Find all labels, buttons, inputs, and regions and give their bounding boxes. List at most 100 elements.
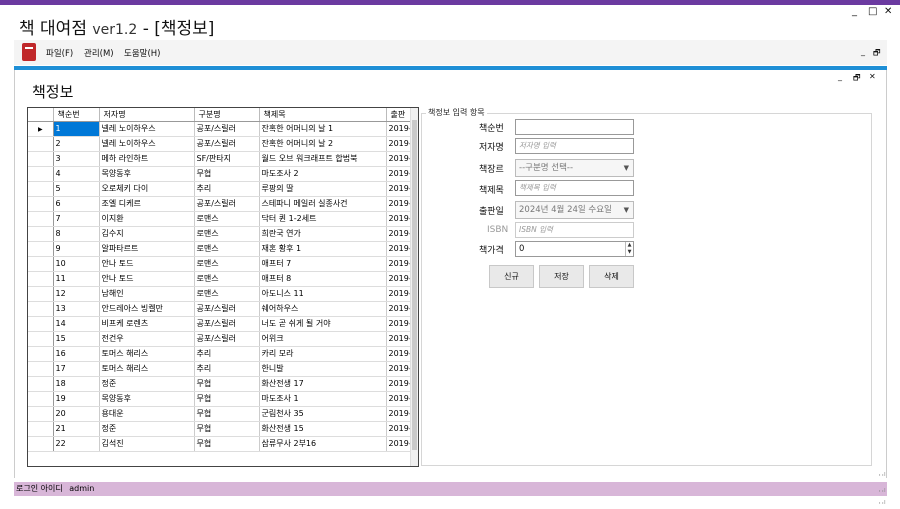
table-row[interactable]: 15 전건우 공포/스릴러 어위크 2019- (28, 331, 414, 347)
column-header[interactable]: 출판 (386, 108, 414, 122)
grid-cell[interactable]: 무협 (194, 436, 260, 452)
grid-cell[interactable]: 2019- (386, 136, 414, 152)
row-header[interactable] (28, 226, 54, 242)
child-restore-button[interactable]: 🗗 (853, 72, 861, 86)
grid-cell[interactable]: 2019- (386, 316, 414, 332)
grid-cell[interactable]: 2019- (386, 391, 414, 407)
grid-cell[interactable]: 22 (53, 436, 100, 452)
row-header[interactable] (28, 181, 54, 197)
grid-cell[interactable]: 21 (53, 421, 100, 437)
row-header[interactable] (28, 211, 54, 227)
grid-cell[interactable]: 목양동후 (99, 166, 195, 182)
grid-cell[interactable]: 공포/스릴러 (194, 196, 260, 212)
grid-cell[interactable]: 김석진 (99, 436, 195, 452)
row-header[interactable] (28, 346, 54, 362)
grid-cell[interactable]: 이지환 (99, 211, 195, 227)
row-header[interactable] (28, 316, 54, 332)
spin-arrows-icon[interactable]: ▲ ▼ (625, 242, 633, 256)
grid-cell[interactable]: 2 (53, 136, 100, 152)
child-close-button[interactable]: ✕ (869, 72, 876, 81)
table-row[interactable]: 18 정준 무협 화산전생 17 2019- (28, 376, 414, 392)
grid-cell[interactable]: 16 (53, 346, 100, 362)
grid-cell[interactable]: 토머스 해리스 (99, 361, 195, 377)
grid-cell[interactable]: 2019- (386, 406, 414, 422)
table-row[interactable]: 9 알파타르트 로맨스 재혼 황후 1 2019- (28, 241, 414, 257)
grid-cell[interactable]: 11 (53, 271, 100, 287)
row-header[interactable] (28, 436, 54, 452)
row-header[interactable] (28, 406, 54, 422)
table-row[interactable]: 2 넬레 노이하우스 공포/스릴러 잔혹한 어머니의 날 2 2019- (28, 136, 414, 152)
grid-cell[interactable]: 17 (53, 361, 100, 377)
scrollbar-thumb[interactable] (412, 120, 417, 450)
row-header[interactable] (28, 391, 54, 407)
grid-cell[interactable]: 13 (53, 301, 100, 317)
grid-cell[interactable]: 김수지 (99, 226, 195, 242)
table-row[interactable]: 11 안나 토드 로맨스 애프터 8 2019- (28, 271, 414, 287)
genre-select[interactable]: --구분명 선택-- ▼ (515, 159, 634, 177)
grid-cell[interactable]: 전건우 (99, 331, 195, 347)
grid-cell[interactable]: 2019- (386, 331, 414, 347)
grid-cell[interactable]: 잔혹한 어머니의 날 2 (259, 136, 387, 152)
window-size-grip-icon[interactable]: ⠠⠴ (876, 486, 886, 494)
grid-cell[interactable]: 마도조사 2 (259, 166, 387, 182)
grid-cell[interactable]: 정준 (99, 421, 195, 437)
isbn-input[interactable]: ISBN 입력 (515, 222, 634, 238)
row-header[interactable] (28, 136, 54, 152)
grid-cell[interactable]: 아도니스 11 (259, 286, 387, 302)
grid-cell[interactable]: 공포/스릴러 (194, 121, 260, 137)
table-row[interactable]: 3 메하 라인하트 SF/판타지 월드 오브 워크래프트 합법북 2019- (28, 151, 414, 167)
grid-cell[interactable]: 12 (53, 286, 100, 302)
minimize-button[interactable]: _ (852, 6, 857, 17)
grid-cell[interactable]: 무협 (194, 391, 260, 407)
grid-cell[interactable]: 로맨스 (194, 271, 260, 287)
grid-cell[interactable]: 너도 곧 쉬게 될 거야 (259, 316, 387, 332)
table-row[interactable]: 16 토머스 해리스 추리 카리 모라 2019- (28, 346, 414, 362)
grid-cell[interactable]: 정준 (99, 376, 195, 392)
grid-cell[interactable]: 카리 모라 (259, 346, 387, 362)
grid-cell[interactable]: 추리 (194, 181, 260, 197)
table-row[interactable]: 10 안나 토드 로맨스 애프터 7 2019- (28, 256, 414, 272)
title-input[interactable]: 책제목 입력 (515, 180, 634, 196)
grid-cell[interactable]: 6 (53, 196, 100, 212)
price-stepper[interactable]: 0 ▲ ▼ (515, 241, 634, 257)
grid-cell[interactable]: 삼류무사 2부16 (259, 436, 387, 452)
grid-cell[interactable]: SF/판타지 (194, 151, 260, 167)
grid-cell[interactable]: 남해인 (99, 286, 195, 302)
form-size-grip-icon[interactable]: ⠠⠴ (876, 470, 886, 478)
grid-cell[interactable]: 로맨스 (194, 211, 260, 227)
grid-cell[interactable]: 2019- (386, 376, 414, 392)
grid-cell[interactable]: 15 (53, 331, 100, 347)
row-header[interactable] (28, 151, 54, 167)
grid-cell[interactable]: 추리 (194, 361, 260, 377)
grid-cell[interactable]: 공포/스릴러 (194, 301, 260, 317)
row-header[interactable] (28, 196, 54, 212)
seq-input[interactable] (515, 119, 634, 135)
table-row[interactable]: 12 남해인 로맨스 아도니스 11 2019- (28, 286, 414, 302)
grid-cell[interactable]: 무협 (194, 406, 260, 422)
grid-cell[interactable]: 2019- (386, 121, 414, 137)
table-row[interactable]: ▶ 1 넬레 노이하우스 공포/스릴러 잔혹한 어머니의 날 1 2019- (28, 121, 414, 137)
table-row[interactable]: 14 비프케 로렌츠 공포/스릴러 너도 곧 쉬게 될 거야 2019- (28, 316, 414, 332)
grid-cell[interactable]: 2019- (386, 241, 414, 257)
new-button[interactable]: 신규 (489, 265, 534, 288)
maximize-button[interactable]: □ (868, 6, 877, 17)
grid-cell[interactable]: 19 (53, 391, 100, 407)
grid-cell[interactable]: 1 (53, 121, 100, 137)
grid-cell[interactable]: 2019- (386, 226, 414, 242)
grid-cell[interactable]: 2019- (386, 346, 414, 362)
column-header[interactable]: 저자명 (99, 108, 195, 122)
grid-vertical-scrollbar[interactable] (410, 108, 418, 466)
grid-cell[interactable]: 3 (53, 151, 100, 167)
grid-cell[interactable]: 토머스 해리스 (99, 346, 195, 362)
row-header[interactable]: ▶ (28, 121, 54, 137)
grid-cell[interactable]: 무협 (194, 376, 260, 392)
grid-cell[interactable]: 로맨스 (194, 256, 260, 272)
table-row[interactable]: 21 정준 무협 화산전생 15 2019- (28, 421, 414, 437)
table-row[interactable]: 13 안드레아스 빙켈만 공포/스릴러 쉐어하우스 2019- (28, 301, 414, 317)
row-header[interactable] (28, 271, 54, 287)
grid-cell[interactable]: 로맨스 (194, 286, 260, 302)
grid-cell[interactable]: 마도조사 1 (259, 391, 387, 407)
table-row[interactable]: 7 이지환 로맨스 닥터 퀸 1-2세트 2019- (28, 211, 414, 227)
table-row[interactable]: 22 김석진 무협 삼류무사 2부16 2019- (28, 436, 414, 452)
grid-cell[interactable]: 오로체키 다이 (99, 181, 195, 197)
